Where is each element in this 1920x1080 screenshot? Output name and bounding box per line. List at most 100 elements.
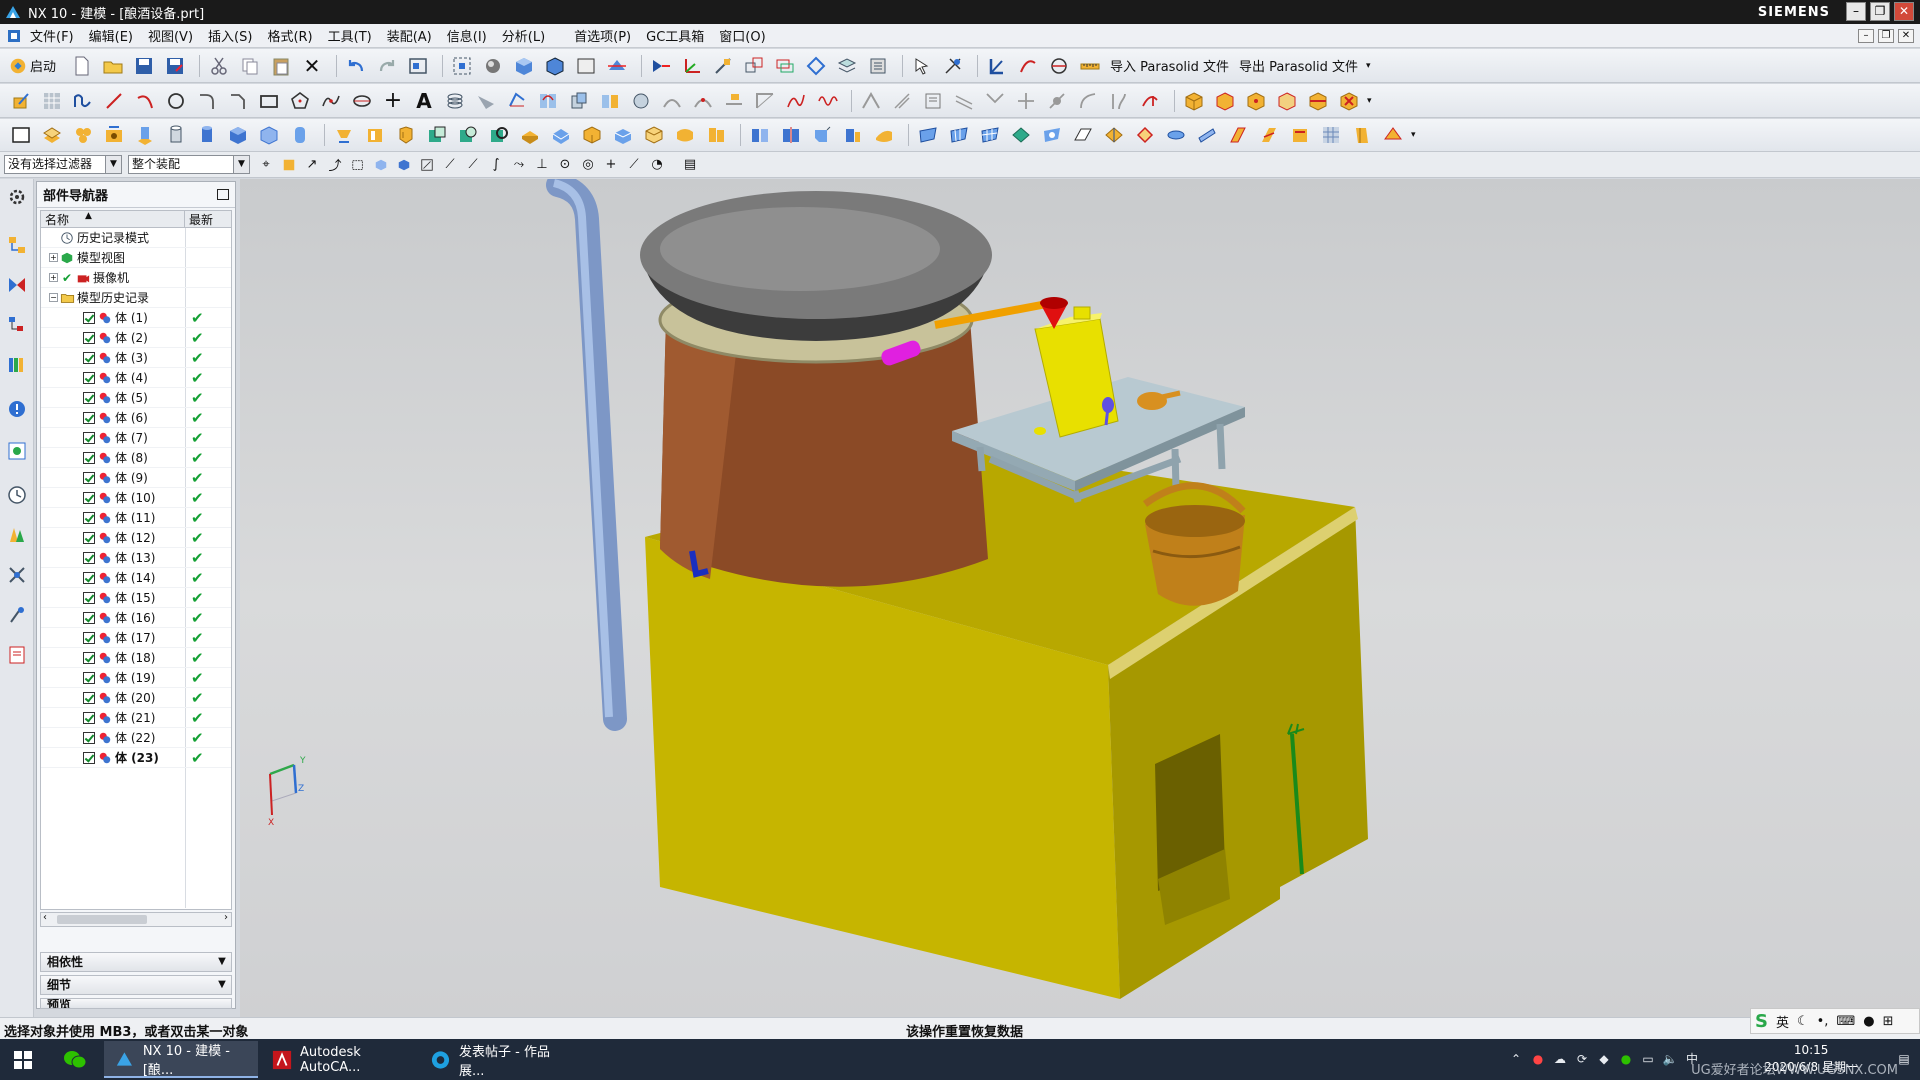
measure-distance-icon[interactable] <box>1077 53 1103 79</box>
new-file-icon[interactable] <box>69 53 95 79</box>
tree-row-body[interactable]: 体 (3) ✔ <box>41 348 231 368</box>
bridge-curve-icon[interactable] <box>535 88 561 114</box>
trim-curve-icon[interactable] <box>659 88 685 114</box>
sew-icon[interactable] <box>1194 122 1220 148</box>
visibility-checkbox[interactable] <box>83 352 95 364</box>
enlarge-icon[interactable] <box>1287 122 1313 148</box>
model-scene[interactable]: Y Z X <box>240 179 1920 1022</box>
menu-insert[interactable]: 插入(S) <box>208 26 252 45</box>
cylinder-icon[interactable] <box>163 122 189 148</box>
sphere-icon[interactable] <box>287 122 313 148</box>
assembly-navigator-icon[interactable] <box>5 271 29 299</box>
offset-curve-icon[interactable] <box>473 88 499 114</box>
section-view-icon[interactable] <box>604 53 630 79</box>
menu-view[interactable]: 视图(V) <box>148 26 193 45</box>
arc-tool-icon[interactable] <box>132 88 158 114</box>
edge-blend-icon[interactable] <box>610 122 636 148</box>
fillet-icon[interactable] <box>194 88 220 114</box>
tree-row-body[interactable]: 体 (16) ✔ <box>41 608 231 628</box>
fit-view-icon[interactable] <box>449 53 475 79</box>
tree-row-cameras[interactable]: + ✔ 摄像机 <box>41 268 231 288</box>
shaded-edges-icon[interactable] <box>542 53 568 79</box>
wechat-taskbar-button[interactable] <box>52 1041 98 1078</box>
intersect-curve-icon[interactable] <box>597 88 623 114</box>
redo-icon[interactable] <box>374 53 400 79</box>
doc-minimize-button[interactable]: – <box>1858 29 1874 43</box>
ime-user-icon[interactable]: ● <box>1863 1014 1874 1029</box>
filter-general-icon[interactable]: ⌖ <box>256 155 276 175</box>
export-parasolid-button[interactable]: 导出 Parasolid 文件 <box>1239 56 1358 75</box>
tree-row-body[interactable]: 体 (10) ✔ <box>41 488 231 508</box>
tree-row-body[interactable]: 体 (8) ✔ <box>41 448 231 468</box>
column-latest-header[interactable]: 最新 <box>185 211 213 227</box>
menu-window[interactable]: 窗口(O) <box>719 26 765 45</box>
filter-solid-icon[interactable] <box>371 155 391 175</box>
sketch-icon[interactable] <box>8 88 34 114</box>
split-body-icon[interactable] <box>871 122 897 148</box>
notification-center-icon[interactable]: ▤ <box>1896 1051 1912 1067</box>
extend-curve-icon[interactable] <box>690 88 716 114</box>
tree-row-body[interactable]: 体 (18) ✔ <box>41 648 231 668</box>
pattern-icon[interactable] <box>703 122 729 148</box>
tree-row-body[interactable]: 体 (15) ✔ <box>41 588 231 608</box>
cylinder-blue-icon[interactable] <box>194 122 220 148</box>
visibility-checkbox[interactable] <box>83 752 95 764</box>
ime-punctuation-icon[interactable]: •, <box>1817 1014 1829 1029</box>
hole-icon[interactable] <box>101 122 127 148</box>
pad-icon[interactable] <box>362 122 388 148</box>
tree-row-body[interactable]: 体 (12) ✔ <box>41 528 231 548</box>
offset-face-icon[interactable] <box>809 122 835 148</box>
divide-curve-icon[interactable] <box>721 88 747 114</box>
point-icon[interactable]: + <box>380 88 406 114</box>
expand-icon[interactable]: + <box>49 273 58 282</box>
toolbar-overflow-icon[interactable]: ▾ <box>1366 61 1371 71</box>
sogou-ime-icon[interactable]: S <box>1755 1011 1768 1032</box>
box-section-icon[interactable] <box>1305 88 1331 114</box>
chamfer-icon[interactable] <box>225 88 251 114</box>
hd3d-tools-icon[interactable] <box>5 395 29 423</box>
tree-row-model-views[interactable]: + 模型视图 <box>41 248 231 268</box>
roles-icon[interactable] <box>5 641 29 669</box>
nx-menu-icon[interactable] <box>6 28 22 44</box>
visibility-checkbox[interactable] <box>83 372 95 384</box>
menu-tools[interactable]: 工具(T) <box>328 26 372 45</box>
section-details[interactable]: 细节 ▼ <box>40 975 232 995</box>
background-icon[interactable] <box>573 53 599 79</box>
pocket-icon[interactable] <box>331 122 357 148</box>
visibility-checkbox[interactable] <box>83 332 95 344</box>
tray-sync-icon[interactable]: ⟳ <box>1574 1051 1590 1067</box>
intersect-icon[interactable] <box>579 122 605 148</box>
profile-icon[interactable] <box>70 88 96 114</box>
tray-chevron-up-icon[interactable]: ⌃ <box>1508 1051 1524 1067</box>
bounded-plane-icon[interactable] <box>1101 122 1127 148</box>
snap-tangent-icon[interactable]: ⊥ <box>532 155 552 175</box>
grid-sketch-icon[interactable] <box>39 88 65 114</box>
menu-info[interactable]: 信息(I) <box>447 26 487 45</box>
arc-icon[interactable] <box>1015 53 1041 79</box>
through-curves-icon[interactable] <box>946 122 972 148</box>
tree-row-body[interactable]: 体 (22) ✔ <box>41 728 231 748</box>
tree-row-body[interactable]: 体 (17) ✔ <box>41 628 231 648</box>
open-folder-icon[interactable] <box>100 53 126 79</box>
maximize-icon[interactable] <box>217 189 229 200</box>
visibility-checkbox[interactable] <box>83 692 95 704</box>
join-curve-icon[interactable] <box>752 88 778 114</box>
render-style-icon[interactable] <box>480 53 506 79</box>
line-icon[interactable] <box>101 88 127 114</box>
rectangle-icon[interactable] <box>256 88 282 114</box>
start-menu-button[interactable] <box>0 1041 46 1078</box>
new-sketch-plane-icon[interactable] <box>8 122 34 148</box>
deselect-icon[interactable] <box>940 53 966 79</box>
import-parasolid-button[interactable]: 导入 Parasolid 文件 <box>1110 56 1229 75</box>
scroll-thumb[interactable] <box>57 915 147 924</box>
curve-tools-more-icon[interactable] <box>858 88 884 114</box>
taskbar-browser-button[interactable]: 发表帖子 - 作品展... <box>420 1041 570 1079</box>
measure-circle-icon[interactable] <box>1046 53 1072 79</box>
text-icon[interactable]: A <box>411 88 437 114</box>
section-dependencies[interactable]: 相依性 ▼ <box>40 952 232 972</box>
toolbar-overflow-icon-2[interactable]: ▾ <box>1367 96 1372 106</box>
selection-scope-select[interactable]: 整个装配 ▼ <box>128 155 250 174</box>
curve-fit-icon[interactable] <box>1075 88 1101 114</box>
save-as-icon[interactable] <box>162 53 188 79</box>
doc-restore-button[interactable]: ❐ <box>1878 29 1894 43</box>
